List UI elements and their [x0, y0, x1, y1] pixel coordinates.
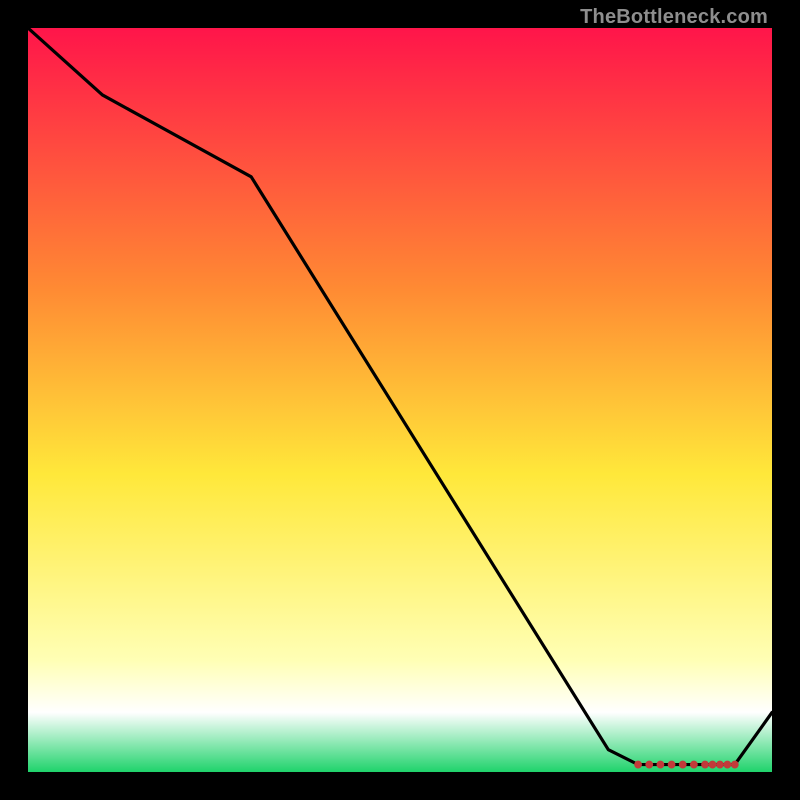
marker-dot [709, 761, 716, 768]
marker-dot [724, 761, 731, 768]
curve-line [28, 28, 772, 765]
watermark-label: TheBottleneck.com [580, 6, 768, 29]
marker-dot [690, 761, 697, 768]
marker-dot [646, 761, 653, 768]
chart-frame: TheBottleneck.com [0, 0, 800, 800]
marker-dot [668, 761, 675, 768]
plot-area [28, 28, 772, 772]
data-line-layer [28, 28, 772, 772]
marker-group [635, 761, 739, 768]
marker-dot [731, 761, 738, 768]
marker-dot [657, 761, 664, 768]
marker-dot [702, 761, 709, 768]
marker-dot [717, 761, 724, 768]
marker-dot [679, 761, 686, 768]
marker-dot [635, 761, 642, 768]
